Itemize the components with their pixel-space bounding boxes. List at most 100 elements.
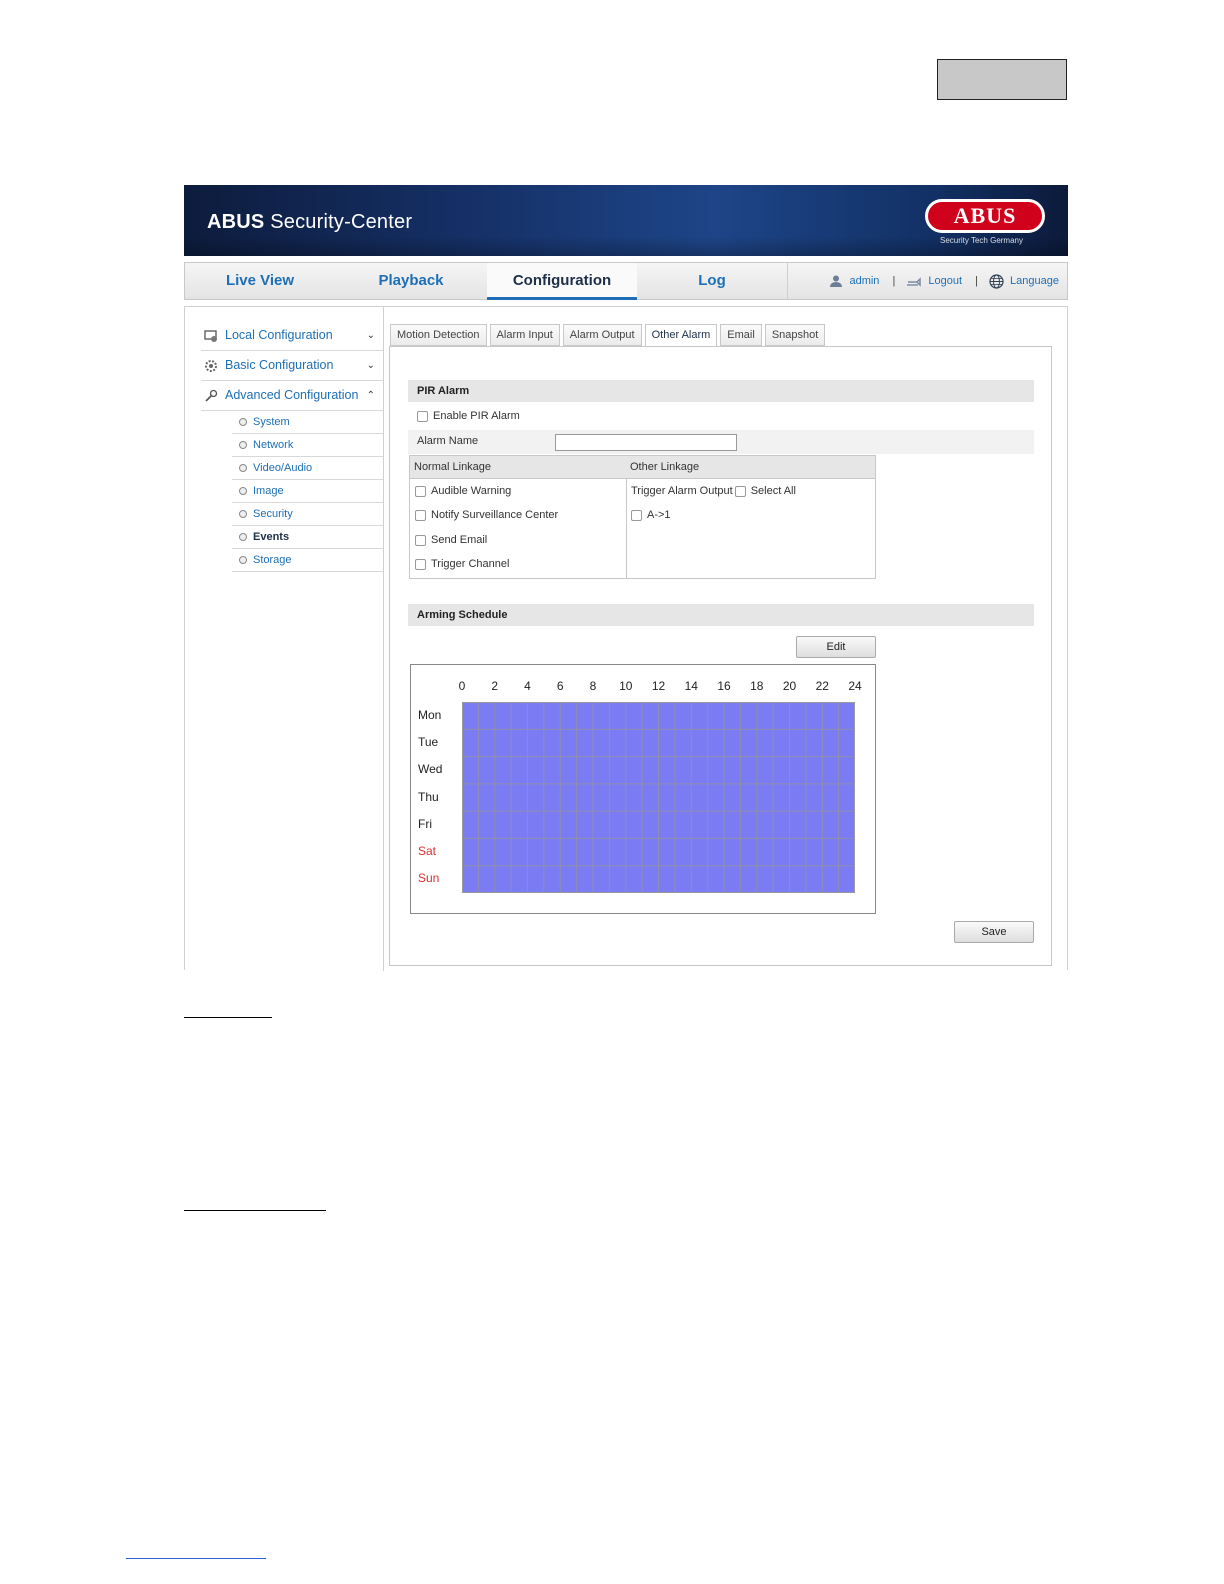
option-label: Notify Surveillance Center [431, 509, 559, 521]
option-label: A->1 [647, 509, 671, 521]
enable-pir-label: Enable PIR Alarm [433, 410, 520, 422]
alarm-name-input[interactable] [555, 434, 737, 451]
sidebar-label: Local Configuration [225, 328, 333, 342]
tab-snapshot[interactable]: Snapshot [764, 324, 826, 346]
checkbox[interactable] [415, 534, 426, 546]
heading-underline [184, 1210, 326, 1211]
hour-label: 22 [815, 679, 829, 693]
sidebar-divider [383, 307, 384, 971]
user-name[interactable]: admin [849, 275, 879, 287]
logout-icon [907, 277, 922, 287]
other-linkage-header: Other Linkage [626, 456, 875, 479]
sidebar-label: Basic Configuration [225, 358, 334, 372]
select-all-checkbox[interactable] [734, 485, 746, 497]
hour-label: 8 [589, 679, 597, 693]
checkbox[interactable] [631, 509, 642, 521]
sidebar-local-configuration[interactable]: Local Configuration ⌄ [201, 321, 383, 351]
pir-alarm-header: PIR Alarm [408, 380, 1034, 402]
main-content: Local Configuration ⌄ Basic Configuratio… [184, 306, 1068, 971]
sidebar-item-storage[interactable]: Storage [232, 549, 383, 572]
nav-divider [787, 263, 788, 300]
alarm-name-label: Alarm Name [417, 435, 479, 447]
day-label-thu: Thu [418, 789, 439, 804]
other-alarm-panel: PIR Alarm Enable PIR Alarm Alarm Name No… [389, 346, 1052, 966]
header-banner: ABUS Security-Center ABUS Security Tech … [184, 185, 1068, 256]
gear-icon [205, 360, 217, 372]
tab-motion-detection[interactable]: Motion Detection [390, 324, 487, 346]
chevron-up-icon: ⌃ [366, 390, 375, 401]
sidebar-item-security[interactable]: Security [232, 503, 383, 526]
logout-link[interactable]: Logout [928, 275, 962, 287]
heading-underline [184, 1017, 272, 1018]
sidebar-item-network[interactable]: Network [232, 434, 383, 457]
other-linkage-column: Other Linkage Trigger Alarm Output Select… [626, 456, 875, 578]
hour-label: 2 [491, 679, 499, 693]
hour-label: 20 [782, 679, 797, 693]
checkbox[interactable] [415, 485, 426, 497]
event-tabs: Motion Detection Alarm Input Alarm Outpu… [390, 324, 828, 347]
audible-warning-option[interactable]: Audible Warning [415, 485, 511, 497]
sidebar-item-system[interactable]: System [232, 411, 383, 434]
language-link[interactable]: Language [1010, 275, 1059, 287]
output-a1-option[interactable]: A->1 [631, 509, 671, 521]
hour-label: 12 [651, 679, 666, 693]
arming-schedule-header: Arming Schedule [408, 604, 1034, 626]
day-label-mon: Mon [418, 707, 442, 722]
checkbox[interactable] [415, 558, 426, 570]
user-icon [830, 275, 843, 288]
tab-email[interactable]: Email [720, 324, 762, 346]
sidebar: Local Configuration ⌄ Basic Configuratio… [201, 321, 383, 572]
sidebar-item-events[interactable]: Events [232, 526, 383, 549]
nav-configuration[interactable]: Configuration [487, 263, 637, 300]
alarm-name-row: Alarm Name [408, 430, 1034, 454]
send-email-option[interactable]: Send Email [415, 534, 487, 546]
tab-alarm-input[interactable]: Alarm Input [489, 324, 560, 346]
option-label: Send Email [431, 534, 488, 546]
nav-log[interactable]: Log [637, 263, 787, 300]
chevron-down-icon: ⌄ [366, 360, 375, 371]
hour-label: 16 [717, 679, 731, 693]
sidebar-label: Advanced Configuration [225, 388, 359, 402]
divider-text-2: | [975, 275, 978, 287]
sidebar-advanced-configuration[interactable]: Advanced Configuration ⌃ [201, 381, 383, 411]
notify-surveillance-center-option[interactable]: Notify Surveillance Center [415, 509, 558, 521]
top-navigation: Live View Playback Configuration Log adm… [184, 262, 1068, 300]
hour-label: 18 [750, 679, 764, 693]
tab-alarm-output[interactable]: Alarm Output [562, 324, 642, 346]
hour-label: 10 [619, 679, 633, 693]
sidebar-item-video-audio[interactable]: Video/Audio [232, 457, 383, 480]
enable-pir-checkbox[interactable] [417, 410, 428, 422]
hour-label: 24 [848, 679, 862, 693]
user-area: admin | Logout | Language [829, 263, 1061, 300]
app-title: ABUS Security-Center [207, 211, 413, 233]
day-label-wed: Wed [418, 762, 443, 777]
day-label-sat: Sat [418, 844, 437, 859]
select-all-label: Select All [750, 485, 796, 497]
web-app-window: ABUS Security-Center ABUS Security Tech … [184, 185, 1068, 971]
checkbox[interactable] [415, 509, 426, 521]
day-label-sun: Sun [418, 871, 440, 886]
hour-label: 14 [684, 679, 698, 693]
save-button[interactable]: Save [954, 921, 1034, 943]
hour-label: 4 [524, 679, 531, 693]
nav-live-view[interactable]: Live View [185, 263, 335, 300]
tab-other-alarm[interactable]: Other Alarm [644, 324, 718, 347]
trigger-channel-option[interactable]: Trigger Channel [415, 558, 509, 570]
chevron-down-icon: ⌄ [366, 330, 375, 341]
option-label: Trigger Channel [431, 558, 510, 570]
day-label-tue: Tue [418, 734, 439, 749]
hour-label: 6 [556, 679, 564, 693]
schedule-fill[interactable] [462, 702, 855, 893]
nav-playback[interactable]: Playback [336, 263, 486, 300]
page-number-box [937, 59, 1067, 100]
abus-logo: ABUS [925, 199, 1045, 233]
enable-pir-row: Enable PIR Alarm [417, 410, 520, 422]
edit-schedule-button[interactable]: Edit [796, 636, 876, 658]
normal-linkage-column: Normal Linkage Audible Warning Notify Su… [410, 456, 627, 578]
linkage-table: Normal Linkage Audible Warning Notify Su… [409, 455, 876, 579]
sidebar-basic-configuration[interactable]: Basic Configuration ⌄ [201, 351, 383, 381]
day-label-fri: Fri [418, 816, 432, 831]
trigger-alarm-output-label: Trigger Alarm Output [631, 485, 733, 497]
sidebar-item-image[interactable]: Image [232, 480, 383, 503]
footer-link-underline [126, 1558, 266, 1559]
